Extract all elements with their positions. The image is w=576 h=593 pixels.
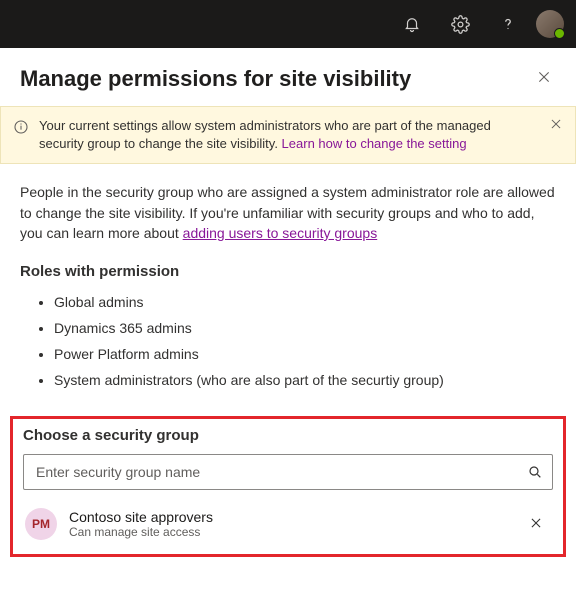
- page-title: Manage permissions for site visibility: [20, 66, 411, 92]
- description-link[interactable]: adding users to security groups: [183, 225, 378, 241]
- security-group-section: Choose a security group PM Contoso site …: [10, 416, 566, 557]
- description: People in the security group who are ass…: [20, 182, 556, 243]
- notifications-icon[interactable]: [392, 4, 432, 44]
- user-avatar[interactable]: [536, 10, 564, 38]
- selected-group-row: PM Contoso site approvers Can manage sit…: [23, 504, 553, 544]
- role-item: Dynamics 365 admins: [54, 316, 556, 342]
- banner-link[interactable]: Learn how to change the setting: [282, 136, 467, 151]
- role-item: Power Platform admins: [54, 342, 556, 368]
- group-avatar: PM: [25, 508, 57, 540]
- panel: Manage permissions for site visibility Y…: [0, 48, 576, 557]
- topbar: [0, 0, 576, 48]
- security-group-input[interactable]: [23, 454, 553, 490]
- panel-header: Manage permissions for site visibility: [20, 66, 556, 92]
- search-icon[interactable]: [527, 464, 543, 480]
- group-name: Contoso site approvers: [69, 509, 517, 525]
- roles-heading: Roles with permission: [20, 263, 556, 280]
- choose-heading: Choose a security group: [23, 427, 553, 444]
- info-banner: Your current settings allow system admin…: [0, 106, 576, 164]
- role-item: Global admins: [54, 290, 556, 316]
- remove-group-button[interactable]: [529, 516, 545, 532]
- security-group-search: [23, 454, 553, 490]
- banner-message: Your current settings allow system admin…: [39, 117, 539, 153]
- help-icon[interactable]: [488, 4, 528, 44]
- info-icon: [13, 119, 29, 135]
- banner-dismiss-button[interactable]: [549, 117, 565, 133]
- group-info: Contoso site approvers Can manage site a…: [69, 509, 517, 539]
- gear-icon[interactable]: [440, 4, 480, 44]
- role-item: System administrators (who are also part…: [54, 368, 556, 394]
- close-panel-button[interactable]: [536, 69, 556, 89]
- roles-list: Global admins Dynamics 365 admins Power …: [20, 290, 556, 394]
- group-subtext: Can manage site access: [69, 525, 517, 539]
